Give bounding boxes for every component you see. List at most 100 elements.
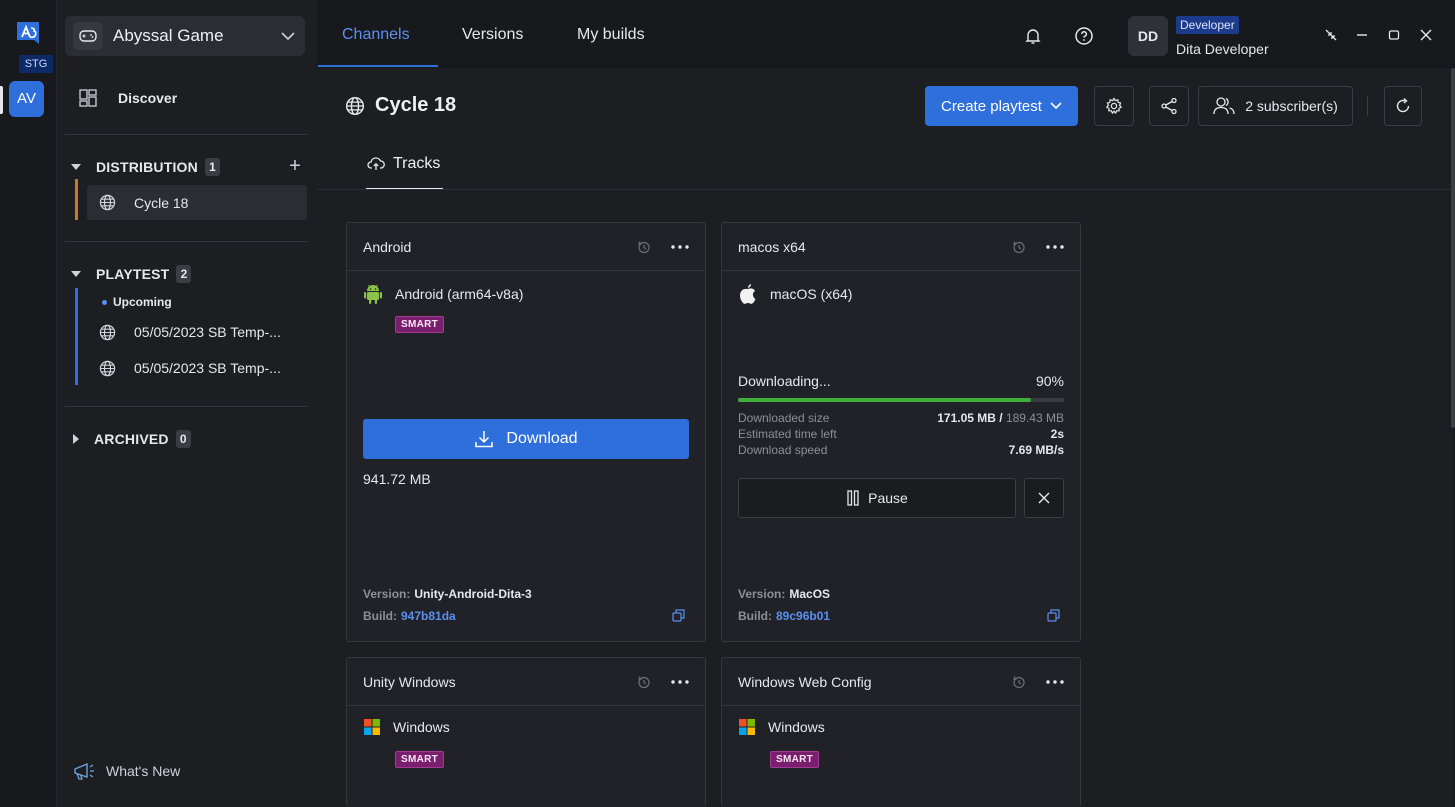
- subtab-divider: [317, 189, 1453, 190]
- download-button[interactable]: Download: [363, 419, 689, 459]
- sidebar-item-cycle-18[interactable]: Cycle 18: [87, 185, 307, 220]
- card-title: Windows Web Config: [738, 673, 872, 690]
- speed-row: Download speed 7.69 MB/s: [738, 443, 1064, 457]
- gear-icon: [1105, 97, 1123, 115]
- playtest-count: 2: [176, 265, 192, 283]
- main-scrollbar[interactable]: [1451, 68, 1455, 428]
- discover-label: Discover: [118, 90, 178, 106]
- playtest-section-toggle[interactable]: PLAYTEST 2: [71, 265, 192, 283]
- card-title: Android: [363, 238, 412, 255]
- megaphone-icon: [72, 760, 98, 782]
- discover-link[interactable]: Discover: [79, 89, 177, 107]
- toolbar-separator: [1367, 96, 1368, 116]
- upcoming-group-label: Upcoming: [102, 295, 172, 309]
- download-status: Downloading...: [738, 373, 831, 389]
- copy-icon[interactable]: [1047, 609, 1060, 622]
- more-options-icon[interactable]: [671, 244, 689, 249]
- page-header: Cycle 18: [345, 94, 456, 117]
- tab-tracks[interactable]: Tracks: [367, 155, 440, 173]
- track-card-macos: macos x64 macOS (x64) Downloading... 90%…: [721, 222, 1081, 642]
- tab-versions[interactable]: Versions: [462, 26, 523, 44]
- org-avatar-button[interactable]: AV: [9, 81, 44, 117]
- pause-button[interactable]: Pause: [738, 478, 1016, 518]
- tab-channels[interactable]: Channels: [342, 26, 410, 44]
- collapse-window-icon[interactable]: [1324, 28, 1338, 42]
- whats-new-label: What's New: [106, 763, 181, 779]
- more-options-icon[interactable]: [1046, 679, 1064, 684]
- version-value: MacOS: [789, 587, 831, 601]
- maximize-icon[interactable]: [1387, 28, 1401, 42]
- history-icon[interactable]: [1012, 240, 1026, 254]
- rail-active-indicator: [0, 86, 3, 114]
- top-bar: Channels Versions My builds DD Developer…: [317, 0, 1455, 68]
- distribution-section-toggle[interactable]: DISTRIBUTION 1: [71, 158, 220, 176]
- more-options-icon[interactable]: [1046, 244, 1064, 249]
- archived-count: 0: [175, 430, 191, 448]
- create-playtest-button[interactable]: Create playtest: [925, 86, 1078, 126]
- environment-badge: STG: [19, 55, 53, 73]
- cloud-upload-icon: [367, 156, 385, 172]
- build-id-link[interactable]: 947b81da: [401, 609, 456, 623]
- caret-down-icon: [71, 164, 81, 170]
- tab-my-builds[interactable]: My builds: [577, 26, 645, 44]
- whats-new-link[interactable]: What's New: [72, 760, 180, 782]
- chevron-down-icon: [1042, 102, 1062, 110]
- download-progress-bar: [738, 398, 1064, 402]
- tracks-label: Tracks: [393, 155, 441, 172]
- cancel-download-button[interactable]: [1024, 478, 1064, 518]
- track-card-unity-windows: Unity Windows Windows SMART: [346, 657, 706, 807]
- track-card-windows-web-config: Windows Web Config Windows SMART: [721, 657, 1081, 807]
- globe-icon: [99, 360, 116, 377]
- globe-icon: [99, 324, 116, 341]
- main-content: Cycle 18 Create playtest 2 subscriber(s)…: [317, 68, 1453, 807]
- card-header: macos x64: [722, 223, 1080, 271]
- download-progress-header: Downloading... 90%: [738, 373, 1064, 389]
- smart-badge: SMART: [395, 316, 445, 333]
- platform-name: Windows: [768, 719, 825, 735]
- app-rail: STG AV: [0, 0, 57, 807]
- platform-row: macOS (x64): [738, 283, 852, 305]
- history-icon[interactable]: [637, 675, 651, 689]
- eta-row: Estimated time left 2s: [738, 427, 1064, 441]
- playtest-accent-bar: [75, 288, 78, 385]
- download-label: Download: [506, 430, 578, 447]
- download-icon: [474, 430, 494, 448]
- smart-badge: SMART: [395, 751, 445, 768]
- sidebar-item-playtest[interactable]: 05/05/2023 SB Temp-...: [99, 353, 309, 383]
- bell-icon[interactable]: [1023, 26, 1043, 46]
- card-header: Android: [347, 223, 705, 271]
- share-button[interactable]: [1149, 86, 1189, 126]
- add-distribution-button[interactable]: +: [285, 156, 305, 176]
- help-icon[interactable]: [1074, 26, 1094, 46]
- close-icon[interactable]: [1419, 28, 1433, 42]
- settings-button[interactable]: [1094, 86, 1134, 126]
- share-icon: [1160, 97, 1178, 115]
- platform-name: Windows: [393, 719, 450, 735]
- pause-label: Pause: [868, 490, 908, 506]
- card-header: Unity Windows: [347, 658, 705, 706]
- user-avatar[interactable]: DD: [1128, 16, 1168, 56]
- version-row: Version: Unity-Android-Dita-3: [363, 587, 532, 601]
- history-icon[interactable]: [637, 240, 651, 254]
- more-options-icon[interactable]: [671, 679, 689, 684]
- build-row: Build: 947b81da: [363, 609, 456, 623]
- app-logo-icon: [14, 20, 42, 48]
- dashboard-icon: [79, 89, 97, 107]
- history-icon[interactable]: [1012, 675, 1026, 689]
- sidebar-divider: [65, 134, 307, 135]
- subscribers-button[interactable]: 2 subscriber(s): [1198, 86, 1353, 126]
- platform-name: macOS (x64): [770, 286, 853, 302]
- sidebar-item-label: 05/05/2023 SB Temp-...: [134, 360, 281, 376]
- game-selector[interactable]: Abyssal Game: [65, 16, 305, 56]
- platform-row: Android (arm64-v8a): [363, 283, 523, 305]
- windows-icon: [738, 718, 756, 736]
- build-row: Build: 89c96b01: [738, 609, 831, 623]
- refresh-icon: [1394, 97, 1412, 115]
- archived-section-toggle[interactable]: ARCHIVED 0: [71, 430, 191, 448]
- copy-icon[interactable]: [672, 609, 685, 622]
- sidebar-item-playtest[interactable]: 05/05/2023 SB Temp-...: [99, 317, 309, 347]
- distribution-label: DISTRIBUTION: [96, 159, 198, 175]
- minimize-icon[interactable]: [1355, 28, 1369, 42]
- refresh-button[interactable]: [1384, 86, 1422, 126]
- build-id-link[interactable]: 89c96b01: [776, 609, 830, 623]
